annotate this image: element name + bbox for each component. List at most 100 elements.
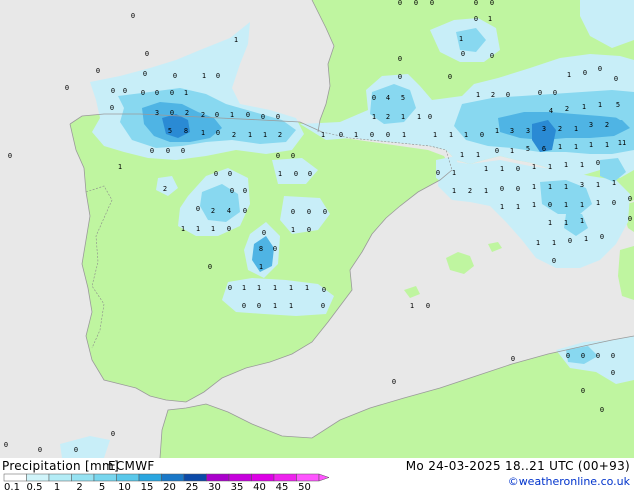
precip-value: 3 (526, 127, 530, 135)
precip-value: 3 (155, 109, 159, 117)
precip-value: 1 (196, 225, 200, 233)
precip-value: 1 (263, 131, 267, 139)
precip-value: 0 (480, 131, 484, 139)
precip-value: 1 (495, 127, 499, 135)
precip-value: 3 (510, 127, 514, 135)
legend-swatch (228, 473, 252, 482)
precip-value: 0 (628, 195, 632, 203)
precip-value: 1 (452, 169, 456, 177)
precip-value: 1 (321, 131, 325, 139)
precip-value: 0 (170, 89, 174, 97)
precip-value: 3 (580, 181, 584, 189)
legend-tick-label: 50 (298, 482, 311, 493)
precip-value: 1 (564, 183, 568, 191)
legend-tick-label: 35 (230, 482, 244, 493)
precip-value: 0 (196, 205, 200, 213)
credit-link[interactable]: ©weatheronline.co.uk (508, 475, 630, 488)
precip-value: 1 (548, 163, 552, 171)
precip-value: 1 (433, 131, 437, 139)
precip-value: 1 (118, 163, 122, 171)
precip-value: 1 (532, 163, 536, 171)
precip-value: 0 (123, 87, 127, 95)
precip-value: 0 (552, 257, 556, 265)
precip-value: 0 (216, 72, 220, 80)
precip-value: 0 (216, 129, 220, 137)
precip-value: 0 (386, 131, 390, 139)
precip-value: 0 (581, 352, 585, 360)
precip-value: 0 (598, 65, 602, 73)
precip-value: 1 (574, 143, 578, 151)
precip-value: 0 (600, 233, 604, 241)
precip-value: 1 (278, 170, 282, 178)
precip-value: 1 (201, 129, 205, 137)
precip-value: 1 (552, 239, 556, 247)
precip-value: 0 (506, 91, 510, 99)
precip-value: 0 (181, 147, 185, 155)
precip-value: 2 (558, 125, 562, 133)
precip-value: 1 (532, 183, 536, 191)
precip-value: 0 (307, 226, 311, 234)
legend-swatch (183, 473, 207, 482)
legend-tick-label: 10 (118, 482, 131, 493)
precip-value: 1 (605, 141, 609, 149)
precip-value: 0 (276, 113, 280, 121)
precip-value: 0 (228, 170, 232, 178)
precip-value: 0 (448, 73, 452, 81)
precip-value: 0 (548, 201, 552, 209)
legend-swatch (48, 473, 72, 482)
precip-value: 1 (558, 143, 562, 151)
precip-value: 0 (291, 208, 295, 216)
precip-value: 1 (459, 35, 463, 43)
legend-tick-label: 1 (53, 482, 61, 493)
map-canvas: 0 1 0 0 0 0 1 0 0 0 0 0 0 1 0 3 0 2 2 0 1 0 0 0 5 8 1 0 2 1 1 2 0 0 0 0 0 1 1 0… (0, 0, 634, 458)
precip-value: 1 (564, 201, 568, 209)
legend-tick-label: 30 (208, 482, 221, 493)
precip-value: 0 (370, 131, 374, 139)
precip-value: 1 (464, 131, 468, 139)
legend-swatch (93, 473, 117, 482)
precip-value: 1 (574, 125, 578, 133)
precip-value: 0 (490, 0, 494, 7)
precip-value: 1 (567, 71, 571, 79)
precip-value: 0 (150, 147, 154, 155)
precip-value: 0 (173, 72, 177, 80)
precip-value: 0 (495, 147, 499, 155)
precip-value: 0 (596, 159, 600, 167)
precip-value: 0 (430, 0, 434, 7)
precip-value: 1 (484, 165, 488, 173)
precip-value: 0 (398, 55, 402, 63)
precip-value: 0 (166, 147, 170, 155)
precip-value: 8 (184, 127, 188, 135)
precip-value: 1 (417, 113, 421, 121)
precip-value: 5 (616, 101, 620, 109)
precip-value: 0 (276, 152, 280, 160)
precip-value: 1 (202, 72, 206, 80)
precip-value: 2 (201, 111, 205, 119)
precip-value: 1 (532, 201, 536, 209)
precip-value: 1 (536, 239, 540, 247)
precip-value: 1 (273, 302, 277, 310)
precip-value: 1 (242, 284, 246, 292)
precip-value: 2 (386, 113, 390, 121)
precip-value: 0 (111, 430, 115, 438)
precip-value: 0 (4, 441, 8, 449)
precip-value: 0 (65, 84, 69, 92)
precip-value: 5 (168, 127, 172, 135)
legend-swatch (273, 473, 297, 482)
precip-value: 0 (291, 152, 295, 160)
precip-value: 0 (307, 208, 311, 216)
precip-value: 4 (386, 94, 390, 102)
precip-value: 1 (259, 263, 263, 271)
legend-tick-label: 40 (253, 482, 266, 493)
precip-value: 1 (516, 203, 520, 211)
precip-value: 1 (452, 187, 456, 195)
legend-tick-label: 0.5 (26, 482, 43, 493)
precip-value: 2 (232, 131, 236, 139)
legend-swatch (296, 473, 320, 482)
precip-value: 4 (549, 107, 553, 115)
legend-swatch (251, 473, 275, 482)
precip-value: 0 (294, 170, 298, 178)
model-name: ECMWF (108, 459, 155, 473)
precip-value: 2 (491, 91, 495, 99)
precip-value: 0 (611, 352, 615, 360)
